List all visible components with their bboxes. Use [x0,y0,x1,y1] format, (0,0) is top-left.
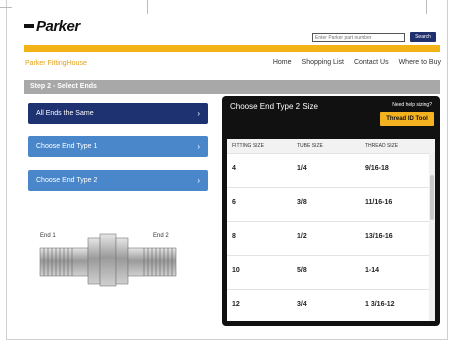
fitting-size-cell: 10 [232,267,240,274]
gold-divider [24,45,440,52]
nav-where-to-buy[interactable]: Where to Buy [399,59,441,66]
site-title[interactable]: Parker FittingHouse [25,60,87,67]
table-row[interactable]: 6 3/8 11/16-16 [227,187,429,217]
thread-size-cell: 1-14 [365,267,380,274]
table-row[interactable]: 8 1/2 13/16-16 [227,221,429,251]
table-scrollbar[interactable] [429,153,435,321]
logo-dash-icon [24,24,34,28]
fitting-diagram: End 1 End 2 [36,226,182,288]
table-header: FITTING SIZE TUBE SIZE THREAD SIZE [227,139,435,153]
step-label: Step 2 - Select Ends [30,83,97,90]
tube-size-cell: 3/4 [297,301,307,308]
size-panel: Choose End Type 2 Size Need help sizing?… [222,96,440,326]
col-fitting-size: FITTING SIZE [232,143,264,149]
parker-logo[interactable]: Parker [24,17,82,35]
all-ends-same-button[interactable]: All Ends the Same › [28,103,208,124]
tube-size-cell: 3/8 [297,199,307,206]
nav-shopping-list[interactable]: Shopping List [302,59,344,66]
size-table: FITTING SIZE TUBE SIZE THREAD SIZE 4 1/4… [227,139,435,321]
nav-home[interactable]: Home [273,59,292,66]
choose-end-type-2-label: Choose End Type 2 [36,177,98,184]
fitting-size-cell: 8 [232,233,236,240]
table-row[interactable]: 4 1/4 9/16-18 [227,153,429,183]
search-button[interactable]: Search [410,32,436,42]
scrollbar-thumb[interactable] [430,175,434,220]
table-row[interactable]: 10 5/8 1-14 [227,255,429,285]
panel-title: Choose End Type 2 Size [230,102,318,111]
fitting-size-cell: 4 [232,165,236,172]
chevron-right-icon: › [197,176,200,185]
thread-size-cell: 11/16-16 [365,199,393,206]
tube-size-cell: 5/8 [297,267,307,274]
page: Parker Search Parker FittingHouse Home S… [0,0,455,345]
col-thread-size: THREAD SIZE [365,143,399,149]
fitting-size-cell: 12 [232,301,240,308]
tube-size-cell: 1/2 [297,233,307,240]
fitting-size-cell: 6 [232,199,236,206]
end-1-label: End 1 [40,233,56,239]
choose-end-type-2-button[interactable]: Choose End Type 2 › [28,170,208,191]
thread-size-cell: 13/16-16 [365,233,393,240]
chevron-right-icon: › [197,109,200,118]
thread-size-cell: 9/16-18 [365,165,389,172]
all-ends-same-label: All Ends the Same [36,110,94,117]
part-search-input[interactable] [312,33,405,42]
choose-end-type-1-button[interactable]: Choose End Type 1 › [28,136,208,157]
step-bar: Step 2 - Select Ends [24,80,440,94]
choose-end-type-1-label: Choose End Type 1 [36,143,98,150]
tube-size-cell: 1/4 [297,165,307,172]
help-sizing-text: Need help sizing? [392,102,432,108]
logo-text: Parker [36,17,80,35]
thread-size-cell: 1 3/16-12 [365,301,395,308]
top-nav: Home Shopping List Contact Us Where to B… [273,59,441,66]
thread-id-tool-button[interactable]: Thread ID Tool [380,112,434,126]
table-row[interactable]: 12 3/4 1 3/16-12 [227,289,429,319]
nav-contact-us[interactable]: Contact Us [354,59,389,66]
col-tube-size: TUBE SIZE [297,143,323,149]
end-2-label: End 2 [153,233,169,239]
chevron-right-icon: › [197,142,200,151]
